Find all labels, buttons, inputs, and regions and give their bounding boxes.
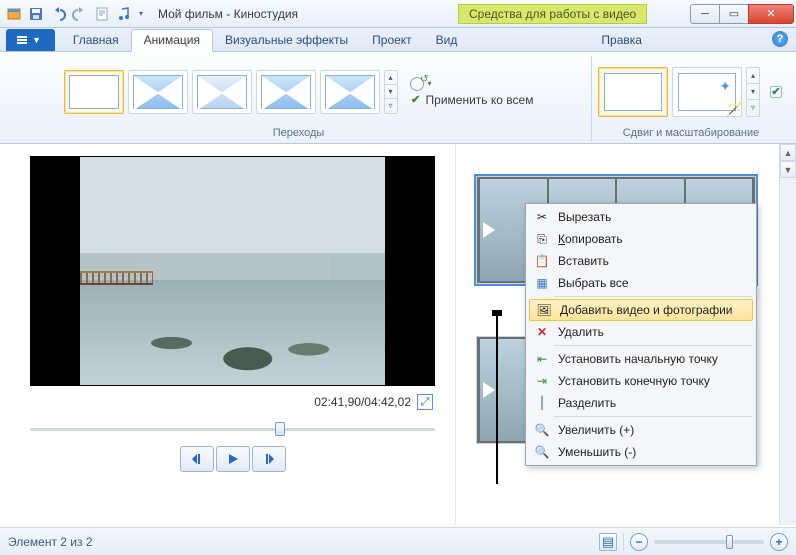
tab-edit[interactable]: Правка (589, 30, 654, 51)
ctx-paste[interactable]: 📋Вставить (528, 250, 754, 272)
prev-frame-button[interactable] (180, 446, 214, 472)
ctx-select-all[interactable]: ▦Выбрать все (528, 272, 754, 294)
tab-animation[interactable]: Анимация (131, 29, 213, 52)
split-icon: ⎮ (534, 395, 550, 411)
title-bar: ▾ Мой фильм - Киностудия Средства для ра… (0, 0, 796, 28)
context-menu: ✂Вырезать ⎘Копировать 📋Вставить ▦Выбрать… (525, 203, 757, 466)
pan-zoom-group-label: Сдвиг и масштабирование (623, 127, 760, 141)
ribbon: ▴▾▿ ▾ ✔Применить ко всем Переходы 🪄 ▴▾▿ … (0, 52, 796, 144)
ctx-separator (554, 296, 752, 297)
quick-access-toolbar: ▾ (2, 4, 146, 24)
scroll-down-icon[interactable]: ▼ (780, 161, 796, 178)
status-item-count: Элемент 2 из 2 (8, 535, 93, 549)
file-menu-button[interactable]: ▼ (6, 29, 55, 51)
zoom-in-button[interactable]: + (770, 533, 788, 551)
ctx-zoom-in[interactable]: 🔍Увеличить (+) (528, 419, 754, 441)
apply-all-label: Применить ко всем (426, 93, 534, 107)
ctx-zoom-out[interactable]: 🔍Уменьшить (-) (528, 441, 754, 463)
playhead[interactable] (496, 316, 498, 484)
tab-view[interactable]: Вид (424, 30, 470, 51)
maximize-button[interactable]: ▭ (719, 4, 749, 24)
set-end-icon: ⇥ (534, 373, 550, 389)
fullscreen-button[interactable]: ⤢ (417, 394, 433, 410)
pan-zoom-apply-all[interactable]: ✔ (768, 67, 784, 117)
transition-none[interactable] (64, 70, 124, 114)
document-icon[interactable] (92, 4, 112, 24)
pan-zoom-none[interactable] (598, 67, 668, 117)
save-icon[interactable] (26, 4, 46, 24)
zoom-thumb[interactable] (726, 535, 733, 549)
status-bar: Элемент 2 из 2 ▤ − + (0, 527, 796, 555)
ctx-separator (554, 416, 752, 417)
window-controls: ─ ▭ ✕ (691, 4, 794, 24)
ctx-separator (554, 345, 752, 346)
ctx-split[interactable]: ⎮Разделить (528, 392, 754, 414)
playback-controls (180, 446, 286, 472)
pan-zoom-auto[interactable]: 🪄 (672, 67, 742, 117)
window-title: Мой фильм - Киностудия (158, 7, 298, 21)
transition-preset-1[interactable] (128, 70, 188, 114)
transitions-group-label: Переходы (273, 127, 325, 141)
app-icon[interactable] (4, 4, 24, 24)
ctx-set-end[interactable]: ⇥Установить конечную точку (528, 370, 754, 392)
ctx-add-media[interactable]: 🖼Добавить видео и фотографии (529, 299, 753, 321)
undo-icon[interactable] (48, 4, 68, 24)
select-all-icon: ▦ (534, 275, 550, 291)
transition-preset-2[interactable] (192, 70, 252, 114)
zoom-out-button[interactable]: − (630, 533, 648, 551)
duration-icon[interactable] (410, 77, 424, 91)
tab-home[interactable]: Главная (61, 30, 131, 51)
ctx-copy[interactable]: ⎘Копировать (528, 228, 754, 250)
qat-more-icon[interactable]: ▾ (136, 4, 146, 24)
ctx-delete[interactable]: ✕Удалить (528, 321, 754, 343)
add-media-icon: 🖼 (536, 302, 552, 318)
redo-icon[interactable] (70, 4, 90, 24)
scissors-icon: ✂ (534, 209, 550, 225)
pan-zoom-gallery-more[interactable]: ▴▾▿ (746, 67, 760, 117)
preview-pane: 02:41,90/04:42,02 ⤢ (0, 144, 455, 525)
paste-icon: 📋 (534, 253, 550, 269)
clip-play-icon (483, 382, 495, 398)
scroll-up-icon[interactable]: ▲ (780, 144, 796, 161)
music-icon[interactable] (114, 4, 134, 24)
seek-thumb[interactable] (275, 422, 285, 436)
seek-bar[interactable] (30, 420, 435, 438)
ctx-set-start[interactable]: ⇤Установить начальную точку (528, 348, 754, 370)
pan-zoom-group: 🪄 ▴▾▿ ✔ Сдвиг и масштабирование (592, 56, 790, 141)
minimize-button[interactable]: ─ (690, 4, 720, 24)
zoom-out-icon: 🔍 (534, 444, 550, 460)
contextual-tab-label: Средства для работы с видео (458, 4, 647, 24)
ctx-cut[interactable]: ✂Вырезать (528, 206, 754, 228)
tab-project[interactable]: Проект (360, 30, 424, 51)
close-button[interactable]: ✕ (748, 4, 794, 24)
vertical-scrollbar[interactable]: ▲ ▼ (779, 144, 796, 525)
apply-to-all-button[interactable]: ✔Применить ко всем (410, 93, 534, 107)
play-button[interactable] (216, 446, 250, 472)
video-preview[interactable] (30, 156, 435, 386)
apply-all-block: ▾ ✔Применить ко всем (410, 77, 534, 107)
transition-preset-3[interactable] (256, 70, 316, 114)
thumbnails-view-button[interactable]: ▤ (599, 533, 617, 551)
zoom-in-icon: 🔍 (534, 422, 550, 438)
next-frame-button[interactable] (252, 446, 286, 472)
video-frame (80, 157, 385, 385)
clip-play-icon (483, 222, 495, 238)
transitions-gallery-more[interactable]: ▴▾▿ (384, 70, 398, 114)
set-start-icon: ⇤ (534, 351, 550, 367)
transitions-group: ▴▾▿ ▾ ✔Применить ко всем Переходы (6, 56, 592, 141)
tab-visual-effects[interactable]: Визуальные эффекты (213, 30, 360, 51)
help-button[interactable]: ? (772, 31, 788, 47)
delete-icon: ✕ (534, 324, 550, 340)
transition-preset-4[interactable] (320, 70, 380, 114)
ribbon-tabs: ▼ Главная Анимация Визуальные эффекты Пр… (0, 28, 796, 52)
zoom-slider[interactable] (654, 540, 764, 544)
copy-icon: ⎘ (534, 231, 550, 247)
time-display: 02:41,90/04:42,02 (314, 395, 411, 409)
time-row: 02:41,90/04:42,02 ⤢ (30, 394, 435, 410)
